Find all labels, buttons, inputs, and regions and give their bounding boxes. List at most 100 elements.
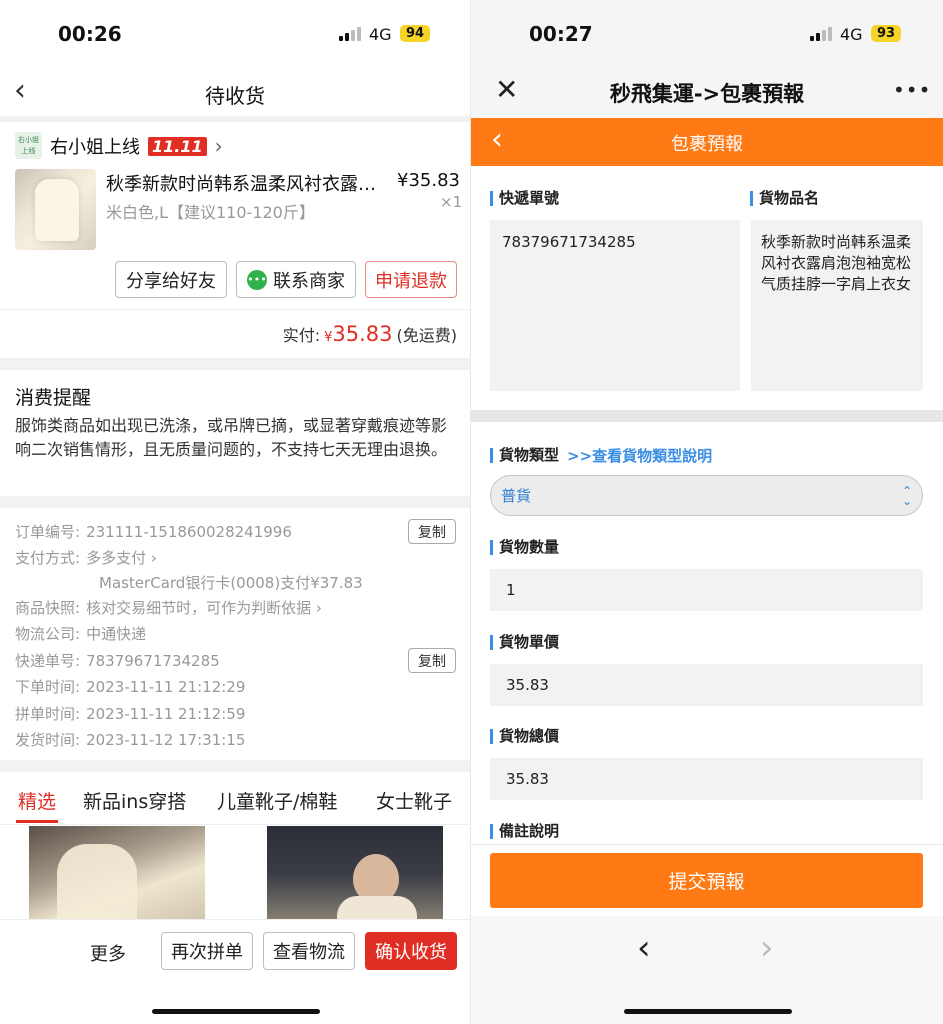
home-indicator xyxy=(624,1009,792,1014)
recommended-product-image[interactable] xyxy=(267,826,443,922)
battery-level: 93 xyxy=(871,25,902,42)
tab-featured[interactable]: 精选 xyxy=(18,787,56,814)
goods-type-value: 普貨 xyxy=(501,487,532,505)
regroup-button[interactable]: 再次拼单 xyxy=(161,932,253,970)
quantity-label: 貨物數量 xyxy=(490,540,559,555)
promo-badge: 11.11 xyxy=(148,136,207,156)
paid-currency: ¥ xyxy=(324,330,333,345)
browser-toolbar xyxy=(471,916,943,1024)
tracking-label: 快递单号: xyxy=(15,652,81,670)
order-number-label: 订单编号: xyxy=(15,523,81,541)
snapshot-label: 商品快照: xyxy=(15,599,81,617)
network-type: 4G xyxy=(840,25,863,44)
goods-type-label: 貨物類型 xyxy=(490,448,559,463)
refund-button[interactable]: 申请退款 xyxy=(365,261,457,298)
copy-tracking-button[interactable]: 复制 xyxy=(408,648,456,673)
confirm-receipt-button[interactable]: 确认收货 xyxy=(365,932,457,970)
product-qty: ×1 xyxy=(440,193,463,211)
submit-forecast-button[interactable]: 提交預報 xyxy=(490,853,923,908)
shop-logo: 右小姐上线 xyxy=(15,132,42,159)
goods-type-select[interactable]: 普貨 ⌃ ⌄ xyxy=(490,475,923,516)
tracking-row: 快递单号: 78379671734285 xyxy=(15,650,220,671)
battery-level: 94 xyxy=(400,25,431,42)
share-button[interactable]: 分享给好友 xyxy=(115,261,227,298)
payment-method-row[interactable]: 支付方式: 多多支付 › xyxy=(15,547,157,568)
total-price-label: 貨物總價 xyxy=(490,729,559,744)
product-thumbnail[interactable] xyxy=(15,169,96,250)
order-number-row: 订单编号: 231111-151860028241996 xyxy=(15,521,292,542)
browser-back-icon[interactable]: ‹ xyxy=(637,928,651,968)
product-title[interactable]: 秋季新款时尚韩系温柔风衬衣露… xyxy=(106,170,386,196)
ship-time: 2023-11-12 17:31:15 xyxy=(86,731,246,749)
divider xyxy=(0,824,470,825)
payment-method-label: 支付方式: xyxy=(15,549,81,567)
select-arrows-icon: ⌃ ⌄ xyxy=(901,483,912,508)
status-time: 00:26 xyxy=(58,22,122,46)
order-time-label: 下单时间: xyxy=(15,678,81,696)
unit-price-label: 貨物單價 xyxy=(490,635,559,650)
home-indicator xyxy=(152,1009,320,1014)
contact-merchant-button[interactable]: ••• 联系商家 xyxy=(236,261,356,298)
status-bar: 00:26 4G 94 xyxy=(0,0,470,66)
goods-type-label-row: 貨物類型 >>查看貨物類型說明 xyxy=(490,445,712,466)
network-type: 4G xyxy=(369,25,392,44)
snapshot-row[interactable]: 商品快照: 核对交易细节时，可作为判断依据 › xyxy=(15,597,322,618)
product-price: ¥35.83 xyxy=(397,170,460,191)
ship-time-label: 发货时间: xyxy=(15,731,81,749)
more-options-icon[interactable]: ••• xyxy=(893,78,931,102)
logistics-company: 中通快递 xyxy=(86,625,147,643)
active-tab-indicator xyxy=(16,820,58,823)
sub-header-title: 包裹預報 xyxy=(671,134,743,155)
reminder-text: 服饰类商品如出现已洗涤，或吊牌已摘，或显著穿戴痕迹等影响二次销售情形，且无质量问… xyxy=(15,416,448,459)
left-phone-screen: 00:26 4G 94 ‹ 待收货 右小姐上线 右小姐上线 11.11 › 秋季… xyxy=(0,0,470,1024)
paid-amount-row: 实付: ¥ 35.83 (免运费) xyxy=(283,322,457,346)
signal-icon xyxy=(339,26,361,41)
recommended-product-image[interactable] xyxy=(29,826,205,922)
chevron-right-icon: › xyxy=(214,134,223,158)
order-time-row: 下单时间: 2023-11-11 21:12:29 xyxy=(15,676,245,697)
divider xyxy=(0,760,470,772)
tracking-number: 78379671734285 xyxy=(86,652,220,670)
divider xyxy=(0,116,470,122)
order-number: 231111-151860028241996 xyxy=(86,523,292,541)
tracking-label: 快遞單號 xyxy=(490,191,559,206)
divider xyxy=(0,496,470,508)
payment-detail: MasterCard银行卡(0008)支付¥37.83 xyxy=(99,574,363,592)
remark-label: 備註說明 xyxy=(490,824,559,839)
more-button[interactable]: 更多 xyxy=(90,940,126,966)
product-spec: 米白色,L【建议110-120斤】 xyxy=(106,203,315,222)
quantity-input[interactable]: 1 xyxy=(490,569,923,611)
divider xyxy=(0,358,470,370)
tab-kids-boots[interactable]: 儿童靴子/棉鞋 xyxy=(217,787,337,814)
product-name-label: 貨物品名 xyxy=(750,191,819,206)
goods-type-help-link[interactable]: >>查看貨物類型說明 xyxy=(567,445,712,466)
shipping-note: (免运费) xyxy=(396,326,458,345)
status-bar: 00:27 4G 93 xyxy=(471,0,943,66)
total-price-input[interactable]: 35.83 xyxy=(490,758,923,800)
signal-icon xyxy=(810,26,832,41)
paid-label: 实付: xyxy=(282,326,321,345)
shop-name: 右小姐上线 xyxy=(50,137,140,158)
browser-forward-icon[interactable]: › xyxy=(760,928,774,968)
page-title: 待收货 xyxy=(205,84,265,108)
unit-price-input[interactable]: 35.83 xyxy=(490,664,923,706)
right-phone-screen: 00:27 4G 93 ✕ 秒飛集運->包裹預報 ••• ‹ 包裹預報 快遞單號… xyxy=(471,0,943,1024)
tab-women-boots[interactable]: 女士靴子 xyxy=(376,787,452,814)
view-logistics-button[interactable]: 查看物流 xyxy=(263,932,355,970)
divider xyxy=(471,410,943,422)
shop-link[interactable]: 右小姐上线 11.11 › xyxy=(50,133,223,159)
ship-time-row: 发货时间: 2023-11-12 17:31:15 xyxy=(15,729,245,750)
snapshot-text: 核对交易细节时，可作为判断依据 › xyxy=(86,599,322,617)
payment-method: 多多支付 › xyxy=(86,549,157,567)
group-time-label: 拼单时间: xyxy=(15,705,81,723)
logistics-row: 物流公司: 中通快递 xyxy=(15,623,146,644)
paid-amount: 35.83 xyxy=(332,322,393,346)
tab-new-ins[interactable]: 新品ins穿搭 xyxy=(83,787,186,814)
order-time: 2023-11-11 21:12:29 xyxy=(86,678,246,696)
status-time: 00:27 xyxy=(529,22,593,46)
page-title: 秒飛集運->包裹預報 xyxy=(609,82,805,106)
reminder-title: 消费提醒 xyxy=(15,387,92,409)
product-name-input[interactable]: 秋季新款时尚韩系温柔风衬衣露肩泡泡袖宽松气质挂脖一字肩上衣女 xyxy=(751,220,923,391)
copy-order-number-button[interactable]: 复制 xyxy=(408,519,456,544)
tracking-input[interactable]: 78379671734285 xyxy=(490,220,740,391)
